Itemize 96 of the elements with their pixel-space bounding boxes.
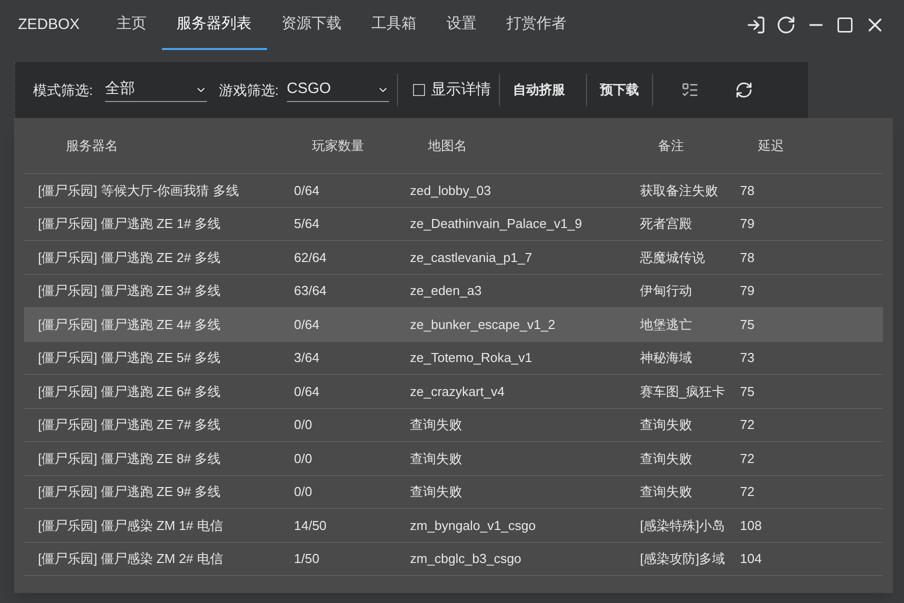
table-cell: 查询失败 bbox=[410, 484, 462, 499]
table-cell: 62/64 bbox=[294, 250, 327, 264]
game-dropdown[interactable]: CSGO bbox=[286, 78, 389, 102]
table-cell: 104 bbox=[740, 551, 762, 566]
nav-tab[interactable]: 服务器列表 bbox=[162, 0, 267, 50]
table-cell: 79 bbox=[740, 283, 754, 298]
column-header[interactable]: 玩家数量 bbox=[312, 138, 364, 153]
table-cell: 75 bbox=[740, 384, 754, 398]
table-row[interactable]: [僵尸乐园] 僵尸逃跑 ZE 1# 多线 5/64 ze_Deathinvain_Palace_v1_9 死者宫殿 79 bbox=[24, 208, 883, 241]
table-cell: ze_Deathinvain_Palace_v1_9 bbox=[410, 216, 582, 231]
table-cell: 地堡逃亡 bbox=[640, 316, 692, 332]
table-cell: [感染特殊]小岛 bbox=[640, 518, 726, 532]
table-cell: 恶魔城传说 bbox=[640, 250, 705, 264]
table-row[interactable]: [僵尸乐园] 僵尸逃跑 ZE 2# 多线 62/64 ze_castlevania_p1_7 恶魔城传说 78 bbox=[24, 241, 883, 274]
table-row[interactable]: [僵尸乐园] 等候大厅-你画我猜 多线 0/64 zed_lobby_03 获取备注失败 78 bbox=[24, 174, 883, 208]
table-cell: 63/64 bbox=[294, 283, 327, 298]
table-cell: [僵尸乐园] 僵尸逃跑 ZE 2# 多线 bbox=[38, 250, 221, 264]
table-cell: [僵尸乐园] 僵尸逃跑 ZE 9# 多线 bbox=[38, 484, 221, 499]
table-cell: [僵尸乐园] 僵尸感染 ZM 2# 电信 bbox=[38, 551, 223, 566]
login-icon[interactable] bbox=[746, 15, 766, 35]
table-cell: 3/64 bbox=[294, 350, 320, 365]
table-cell: 72 bbox=[740, 484, 754, 499]
edit-list-icon[interactable] bbox=[680, 81, 699, 99]
refresh-icon[interactable] bbox=[734, 81, 753, 99]
table-cell: 伊甸行动 bbox=[640, 283, 692, 298]
table-cell: [僵尸乐园] 僵尸逃跑 ZE 3# 多线 bbox=[38, 283, 221, 298]
app-title: ZEDBOX bbox=[18, 14, 80, 35]
table-row[interactable]: [僵尸乐园] 僵尸逃跑 ZE 7# 多线 0/0 查询失败 查询失败 72 bbox=[24, 408, 883, 442]
table-cell: 5/64 bbox=[294, 216, 320, 231]
table-cell: 0/64 bbox=[294, 182, 320, 198]
table-cell: 78 bbox=[740, 182, 754, 198]
table-cell: [僵尸乐园] 僵尸逃跑 ZE 7# 多线 bbox=[38, 417, 221, 432]
table-cell: ze_eden_a3 bbox=[410, 283, 482, 298]
table-cell: ze_bunker_escape_v1_2 bbox=[410, 316, 556, 332]
table-cell: ze_castlevania_p1_7 bbox=[410, 250, 532, 264]
table-cell: 73 bbox=[740, 350, 754, 365]
column-header[interactable]: 地图名 bbox=[428, 138, 467, 153]
toolbar-button[interactable]: 自动挤服 bbox=[500, 80, 578, 100]
table-cell: [僵尸乐园] 僵尸逃跑 ZE 8# 多线 bbox=[38, 450, 221, 466]
column-header[interactable]: 服务器名 bbox=[66, 138, 118, 153]
table-row[interactable]: [僵尸乐园] 僵尸感染 ZM 2# 电信 1/50 zm_cbglc_b3_csgo [感染攻防]多域 104 bbox=[24, 542, 883, 576]
table-cell: [僵尸乐园] 僵尸逃跑 ZE 6# 多线 bbox=[38, 384, 221, 398]
nav-tab[interactable]: 主页 bbox=[102, 0, 162, 50]
table-cell: 79 bbox=[740, 216, 754, 231]
toolbar-button[interactable]: 预下载 bbox=[586, 80, 652, 100]
maximize-icon[interactable] bbox=[836, 16, 854, 34]
filter-label: 游戏筛选: bbox=[218, 80, 279, 100]
table-cell: 72 bbox=[740, 417, 754, 432]
table-cell: 查询失败 bbox=[640, 484, 692, 499]
table-row[interactable]: [僵尸乐园] 僵尸感染 ZM 1# 电信 14/50 zm_byngalo_v1_csgo [感染特殊]小岛 108 bbox=[24, 509, 883, 542]
table-cell: 75 bbox=[740, 316, 754, 332]
table-cell: 0/0 bbox=[294, 450, 312, 466]
table-cell: 神秘海域 bbox=[640, 350, 692, 365]
table-cell: 108 bbox=[740, 518, 762, 532]
table-cell: [僵尸乐园] 僵尸逃跑 ZE 4# 多线 bbox=[38, 316, 221, 332]
table-cell: zed_lobby_03 bbox=[410, 182, 491, 198]
table-cell: 死者宫殿 bbox=[640, 216, 692, 231]
table-cell: 78 bbox=[740, 250, 754, 264]
table-cell: 0/0 bbox=[294, 484, 312, 499]
table-cell: [僵尸乐园] 僵尸感染 ZM 1# 电信 bbox=[38, 518, 223, 532]
nav-tab[interactable]: 打赏作者 bbox=[492, 0, 582, 50]
refresh-icon[interactable] bbox=[776, 15, 796, 35]
table-cell: 获取备注失败 bbox=[640, 182, 718, 198]
table-cell: 1/50 bbox=[294, 551, 320, 566]
table-cell: 72 bbox=[740, 450, 754, 466]
table-cell: zm_byngalo_v1_csgo bbox=[410, 518, 536, 532]
table-cell: [感染攻防]多域 bbox=[640, 551, 726, 566]
table-cell: [僵尸乐园] 僵尸逃跑 ZE 1# 多线 bbox=[38, 216, 221, 231]
table-cell: 0/0 bbox=[294, 417, 312, 432]
column-header[interactable]: 备注 bbox=[658, 138, 684, 153]
table-cell: 0/64 bbox=[294, 316, 320, 332]
table-row[interactable]: [僵尸乐园] 僵尸逃跑 ZE 9# 多线 0/0 查询失败 查询失败 72 bbox=[24, 476, 883, 509]
table-row[interactable]: [僵尸乐园] 僵尸逃跑 ZE 8# 多线 0/0 查询失败 查询失败 72 bbox=[24, 442, 883, 476]
table-cell: zm_cbglc_b3_csgo bbox=[410, 551, 522, 566]
table-cell: 查询失败 bbox=[640, 450, 692, 466]
nav-tab[interactable]: 资源下载 bbox=[266, 0, 357, 50]
checkbox[interactable] bbox=[412, 84, 425, 96]
checkbox-label[interactable]: 显示详情 bbox=[430, 78, 491, 102]
table-cell: 14/50 bbox=[294, 518, 327, 532]
table-cell: [僵尸乐园] 僵尸逃跑 ZE 5# 多线 bbox=[38, 350, 221, 365]
table-cell: 查询失败 bbox=[410, 450, 462, 466]
table-cell: ze_crazykart_v4 bbox=[410, 384, 505, 398]
table-cell: 0/64 bbox=[294, 384, 320, 398]
nav-tab[interactable]: 设置 bbox=[432, 0, 492, 50]
table-row[interactable]: [僵尸乐园] 僵尸逃跑 ZE 4# 多线 0/64 ze_bunker_escape_v1_2 地堡逃亡 75 bbox=[24, 308, 883, 342]
table-cell: ze_Totemo_Roka_v1 bbox=[410, 350, 532, 365]
mode-dropdown[interactable]: 全部 bbox=[104, 78, 207, 102]
table-cell: 查询失败 bbox=[410, 417, 462, 432]
table-cell: [僵尸乐园] 等候大厅-你画我猜 多线 bbox=[38, 182, 239, 198]
column-header[interactable]: 延迟 bbox=[758, 138, 784, 153]
table-cell: 赛车图_疯狂卡 bbox=[640, 384, 726, 398]
table-row[interactable]: [僵尸乐园] 僵尸逃跑 ZE 6# 多线 0/64 ze_crazykart_v4 赛车图_疯狂卡 75 bbox=[24, 375, 883, 408]
table-cell: 查询失败 bbox=[640, 417, 692, 432]
nav-tab[interactable]: 工具箱 bbox=[356, 0, 432, 50]
table-row[interactable]: [僵尸乐园] 僵尸逃跑 ZE 5# 多线 3/64 ze_Totemo_Roka_v1 神秘海域 73 bbox=[24, 342, 883, 375]
filter-label: 模式筛选: bbox=[33, 80, 93, 100]
